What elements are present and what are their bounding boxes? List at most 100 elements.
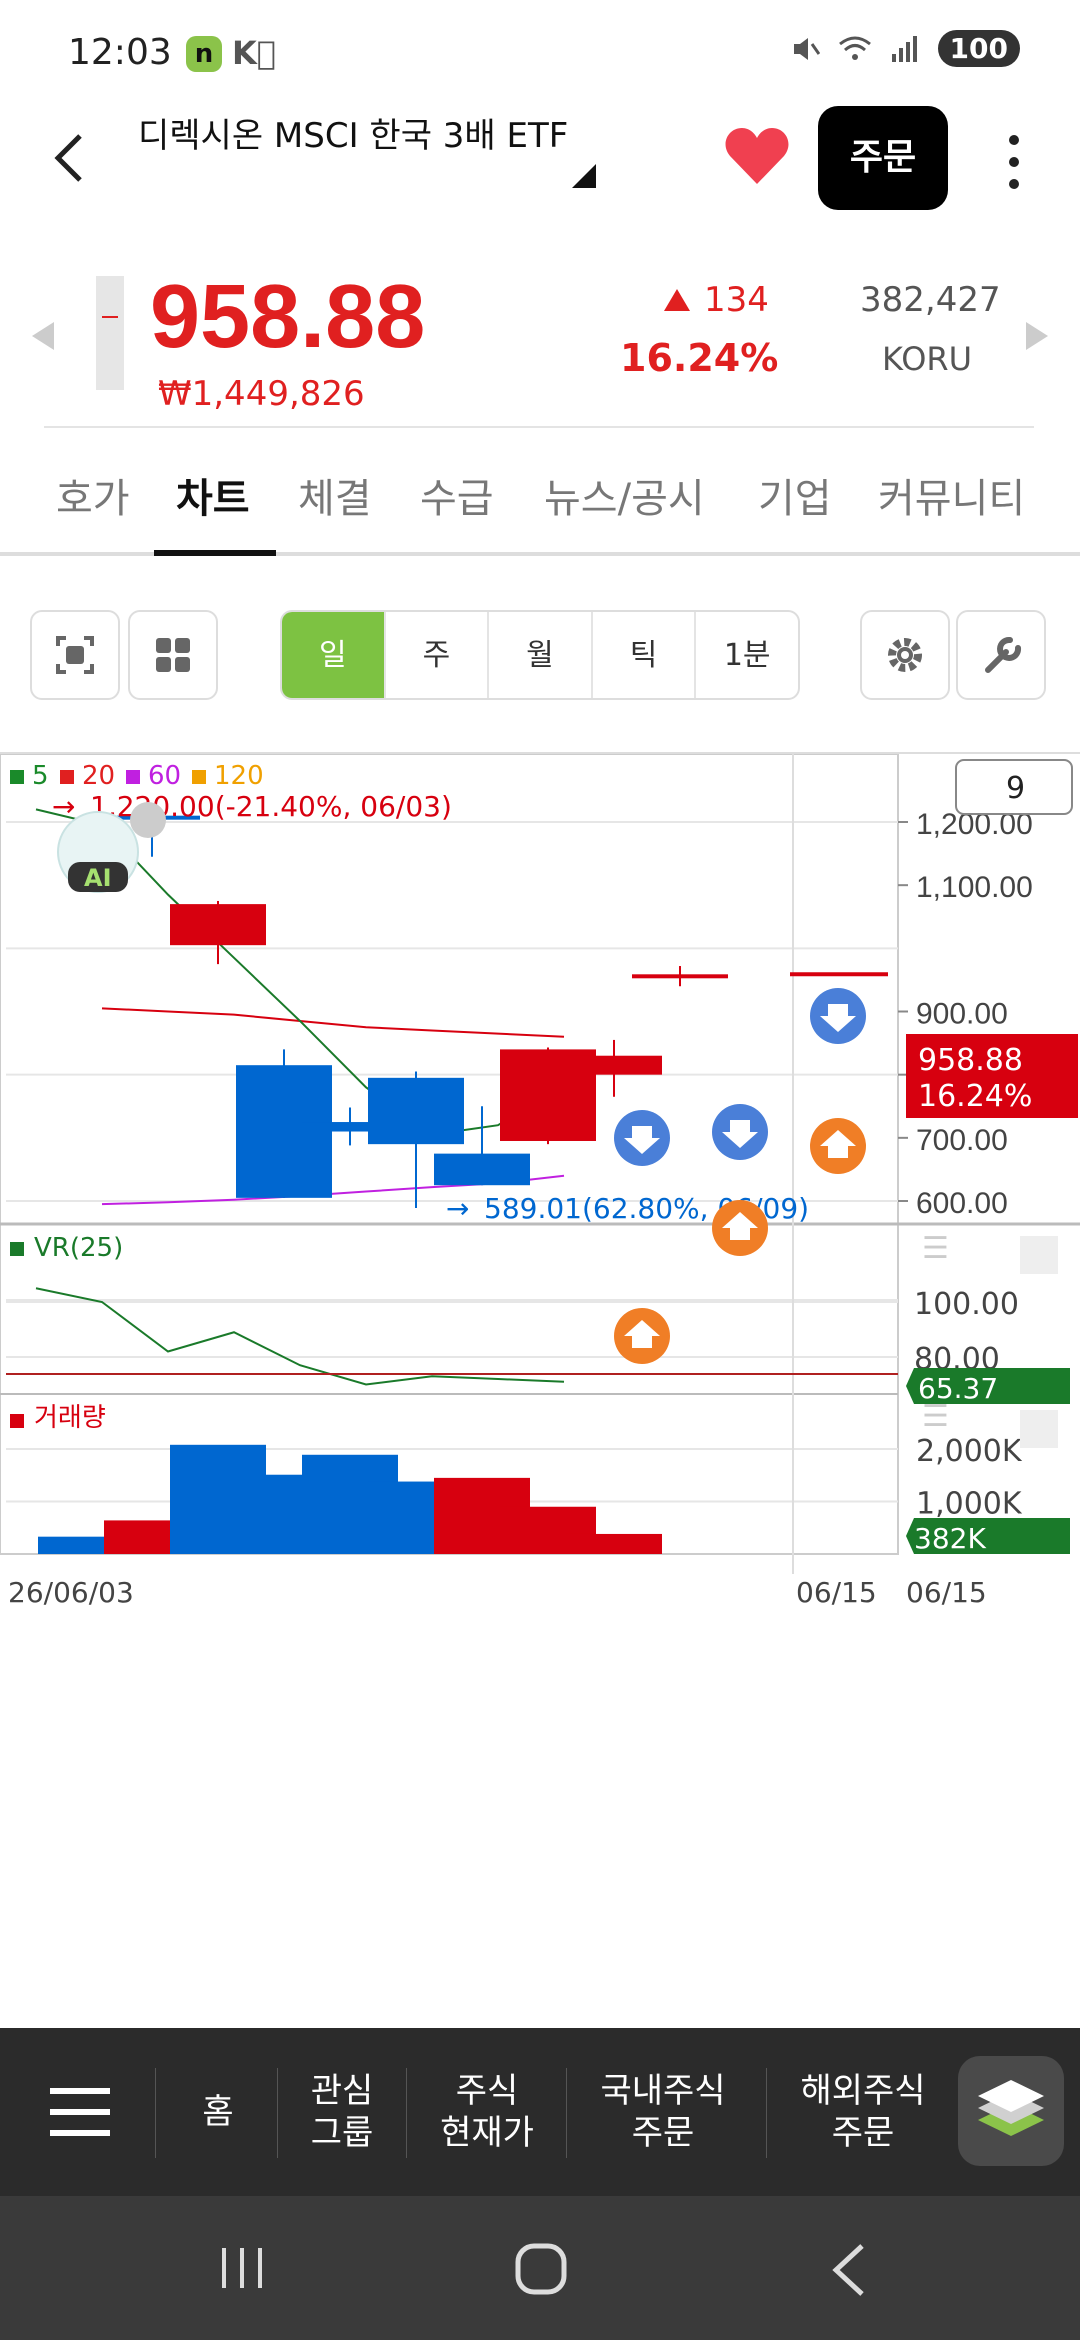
next-stock-arrow-icon[interactable]	[1026, 322, 1048, 350]
nav-overseas-order[interactable]: 해외주식 주문	[770, 2028, 956, 2196]
tab-chart[interactable]: 차트	[176, 466, 250, 524]
layers-button[interactable]	[958, 2056, 1064, 2166]
heart-icon[interactable]	[722, 122, 792, 192]
prev-stock-arrow-icon[interactable]	[32, 322, 54, 350]
candle-body	[170, 904, 266, 946]
volume-tick-label: 2,000K	[916, 1434, 1023, 1469]
system-back-icon[interactable]	[822, 2240, 878, 2300]
signal-icon	[891, 35, 917, 62]
capture-icon	[56, 636, 94, 674]
nav-divider	[566, 2068, 567, 2158]
pane-close-icon	[1020, 1236, 1058, 1274]
change-absolute-value: 134	[704, 280, 769, 320]
legend-swatch	[192, 770, 206, 784]
price-tick-label: 700.00	[916, 1124, 1008, 1157]
tab-supply[interactable]: 수급	[420, 466, 494, 524]
legend-label: 20	[82, 761, 115, 791]
nav-watchlist[interactable]: 관심 그룹	[280, 2028, 404, 2196]
vr-tick-label: 100.00	[914, 1287, 1019, 1322]
more-icon[interactable]	[996, 130, 1032, 194]
layers-icon	[978, 2080, 1044, 2136]
notification-icon: K⃝	[232, 34, 276, 72]
status-bar: 12:03 n K⃝ 100	[0, 0, 1080, 110]
volume-current-value: 382K	[914, 1522, 986, 1555]
ai-badge-label: AI	[84, 864, 112, 892]
mini-price-bar	[96, 276, 124, 390]
current-price-tag-value: 958.88	[918, 1043, 1023, 1078]
tools-button[interactable]	[956, 610, 1046, 700]
pane-menu-icon: ☰	[922, 1399, 949, 1434]
page-title[interactable]: 디렉시온 MSCI 한국 3배 ETF	[138, 116, 578, 156]
tab-community[interactable]: 커뮤니티	[878, 466, 1025, 524]
volume-tick-label: 1,000K	[916, 1487, 1023, 1522]
menu-button[interactable]	[10, 2028, 150, 2196]
grid-button[interactable]	[128, 610, 218, 700]
vr-label: VR(25)	[34, 1233, 123, 1263]
volume-label: 거래량	[34, 1403, 106, 1433]
nav-divider	[766, 2068, 767, 2158]
wifi-icon	[838, 36, 871, 60]
period-week[interactable]: 주	[386, 612, 490, 698]
tab-company[interactable]: 기업	[758, 466, 832, 524]
period-1min[interactable]: 1분	[696, 612, 798, 698]
app-header: 디렉시온 MSCI 한국 3배 ETF 주문	[0, 100, 1080, 220]
settings-button[interactable]	[860, 610, 950, 700]
legend-swatch	[126, 770, 140, 784]
candle-body	[632, 974, 728, 979]
period-selector: 일 주 월 틱 1분	[280, 610, 800, 700]
tab-orderbook[interactable]: 호가	[56, 466, 130, 524]
date-label-current: 06/15	[796, 1576, 877, 1609]
low-annotation-arrow: →	[446, 1192, 469, 1225]
legend-swatch	[10, 770, 24, 784]
nav-domestic-order[interactable]: 국내주식 주문	[570, 2028, 756, 2196]
period-tick[interactable]: 틱	[593, 612, 697, 698]
price-tick-label: 900.00	[916, 998, 1008, 1031]
tab-trades[interactable]: 체결	[298, 466, 372, 524]
wrench-icon	[985, 636, 1022, 673]
nav-divider	[277, 2068, 278, 2158]
price-chart[interactable]: 1,200.001,100.00900.00800.00700.00600.00…	[0, 752, 1080, 2027]
price-tick-label: 600.00	[916, 1187, 1008, 1220]
period-day[interactable]: 일	[282, 612, 386, 698]
quote-summary: 958.88 ₩1,449,826 134 16.24% 382,427 KOR…	[0, 262, 1080, 442]
change-absolute: 134	[664, 280, 769, 320]
legend-swatch	[60, 770, 74, 784]
legend-label: 5	[32, 761, 49, 791]
candle-count-value: 9	[1006, 771, 1025, 806]
candle-body	[434, 1153, 530, 1186]
candle-body	[368, 1077, 464, 1145]
current-price: 958.88	[150, 267, 426, 367]
period-month[interactable]: 월	[489, 612, 593, 698]
volume-value: 382,427	[860, 280, 1001, 320]
pane-menu-icon: ☰	[922, 1231, 949, 1266]
gear-icon	[888, 638, 922, 672]
volume-bar	[566, 1533, 662, 1554]
bottom-nav: 홈 관심 그룹 주식 현재가 국내주식 주문 해외주식 주문	[0, 2028, 1080, 2196]
date-label-end: 06/15	[906, 1576, 987, 1609]
order-button[interactable]: 주문	[818, 106, 948, 210]
home-icon[interactable]	[512, 2240, 572, 2300]
dropdown-icon[interactable]	[572, 164, 596, 188]
recent-apps-icon[interactable]	[214, 2240, 270, 2296]
system-nav-bar	[0, 2196, 1080, 2340]
ticker-symbol: KORU	[882, 340, 973, 378]
date-label-start: 26/06/03	[8, 1576, 134, 1609]
chart-toolbar: 일 주 월 틱 1분	[0, 600, 1080, 710]
change-percent: 16.24%	[620, 336, 779, 380]
capture-button[interactable]	[30, 610, 120, 700]
app-badge-icon: n	[186, 36, 222, 72]
hamburger-icon	[50, 2088, 110, 2136]
tab-bar: 호가 차트 체결 수급 뉴스/공시 기업 커뮤니티	[0, 446, 1080, 556]
back-icon[interactable]	[42, 128, 102, 188]
chart-canvas[interactable]: 1,200.001,100.00900.00800.00700.00600.00…	[0, 754, 1080, 2029]
tab-news[interactable]: 뉴스/공시	[544, 466, 705, 524]
vr-legend-swatch	[10, 1242, 24, 1256]
high-annotation-arrow: →	[52, 790, 75, 823]
close-icon	[130, 802, 166, 838]
up-triangle-icon	[664, 289, 690, 311]
nav-stock-quote[interactable]: 주식 현재가	[410, 2028, 564, 2196]
current-price-tag-pct: 16.24%	[918, 1079, 1032, 1114]
active-tab-indicator	[154, 550, 276, 556]
battery-icon: 100	[937, 30, 1020, 67]
nav-home[interactable]: 홈	[160, 2028, 276, 2196]
